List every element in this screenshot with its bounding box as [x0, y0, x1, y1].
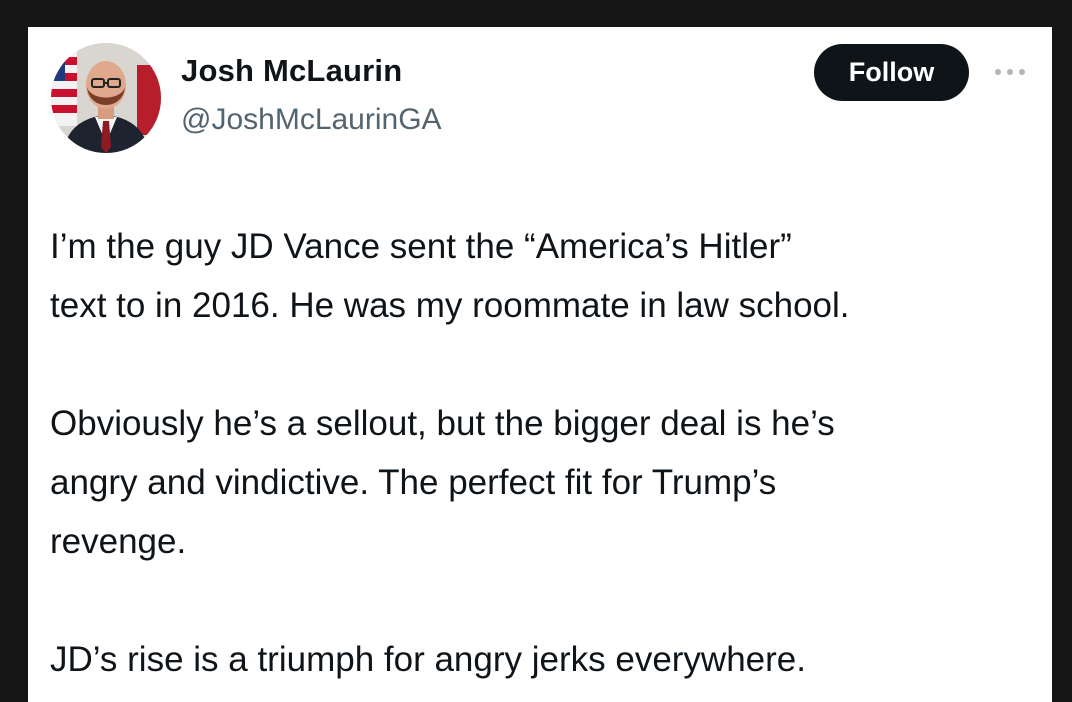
- tweet-paragraph: I’m the guy JD Vance sent the “America’s…: [50, 227, 850, 325]
- avatar-photo-icon: [51, 43, 161, 153]
- author-name[interactable]: Josh McLaurin: [181, 53, 402, 89]
- avatar[interactable]: [51, 43, 161, 153]
- author-handle[interactable]: @JoshMcLaurinGA: [181, 103, 442, 137]
- tweet-card: Josh McLaurin @JoshMcLaurinGA Follow I’m…: [28, 27, 1052, 702]
- follow-button[interactable]: Follow: [814, 44, 969, 101]
- tweet-text: I’m the guy JD Vance sent the “America’s…: [50, 217, 1040, 689]
- tweet-paragraph: Obviously he’s a sellout, but the bigger…: [50, 404, 835, 561]
- tweet-paragraph: JD’s rise is a triumph for angry jerks e…: [50, 640, 806, 679]
- more-horizontal-icon[interactable]: [990, 65, 1030, 79]
